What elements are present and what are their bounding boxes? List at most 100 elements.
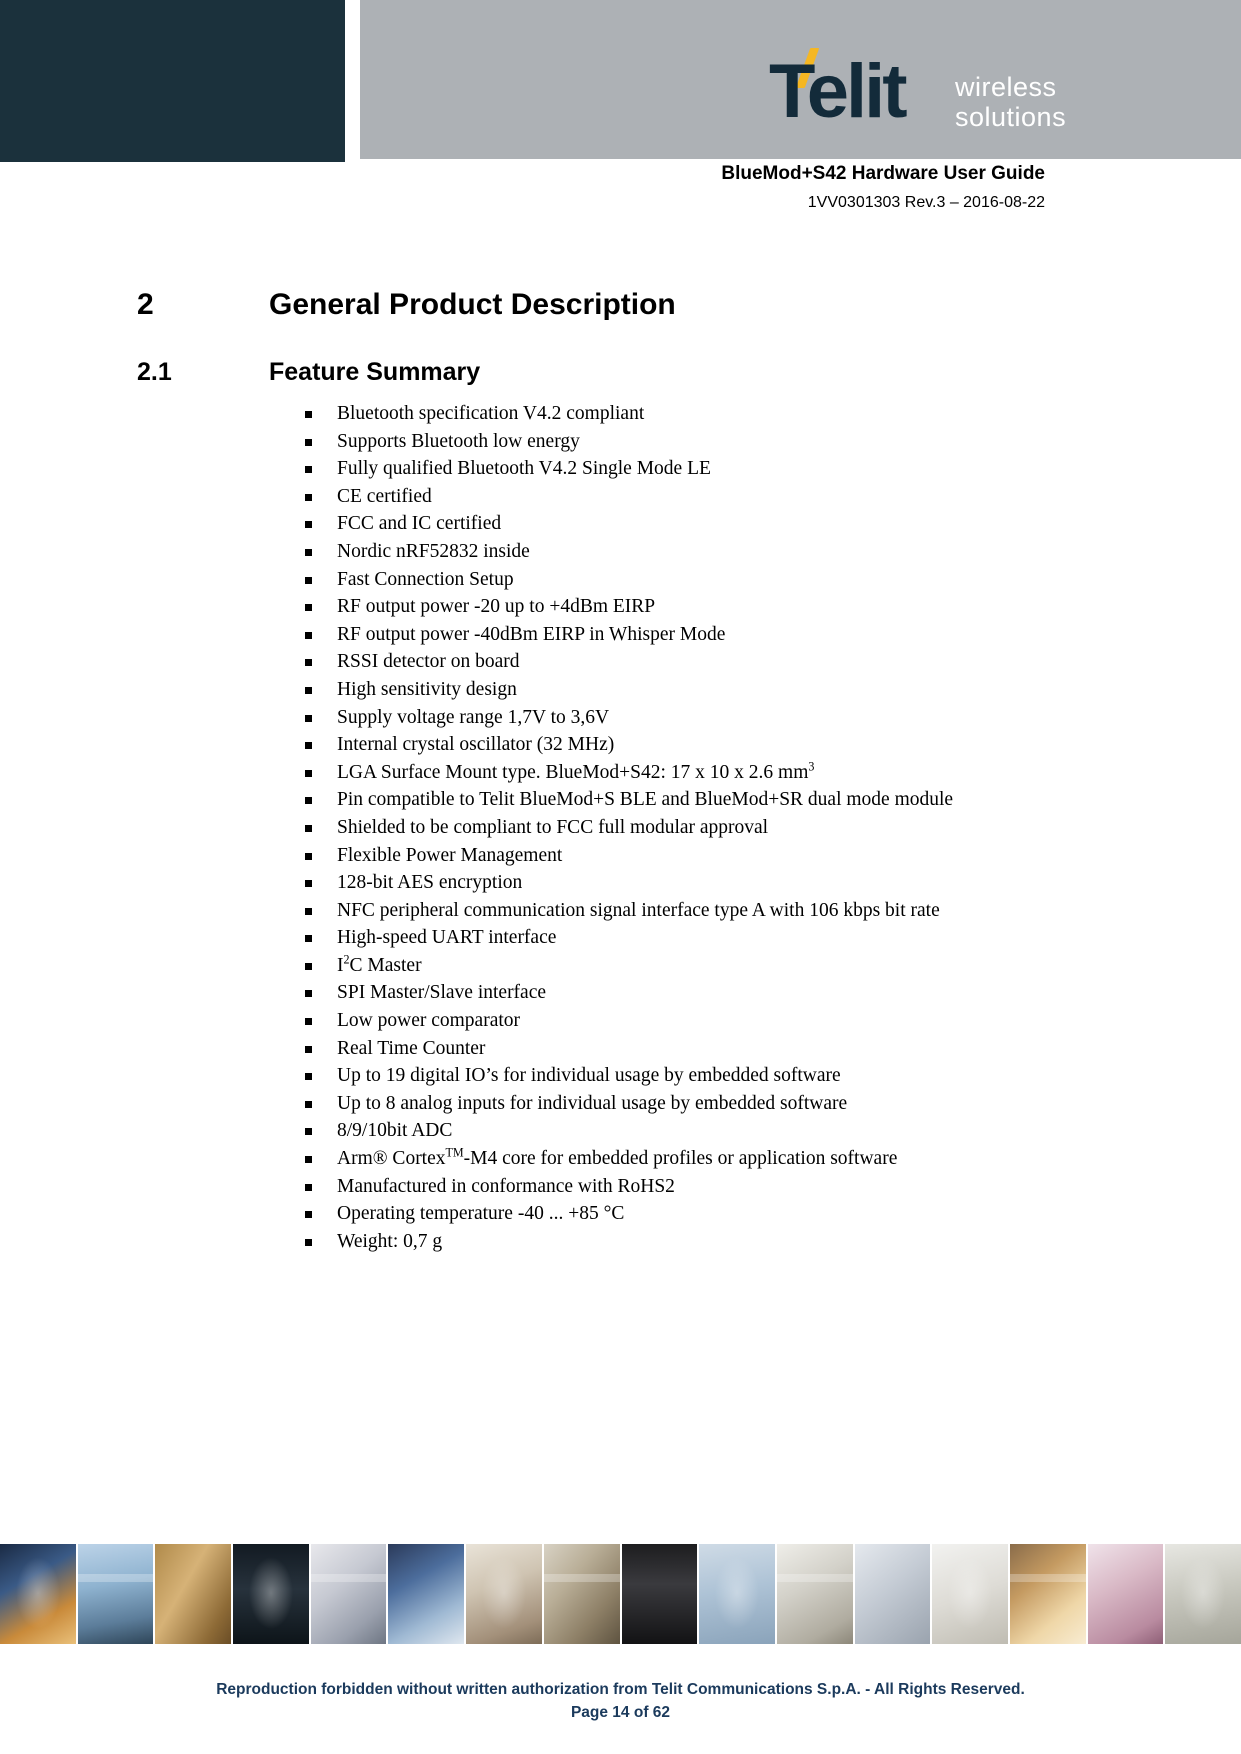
logo-tagline-line1: wireless <box>955 72 1057 102</box>
square-bullet-icon <box>305 521 312 529</box>
warehouse-shelves-photo <box>543 1544 622 1644</box>
electric-meter-photo <box>621 1544 700 1644</box>
square-bullet-icon <box>305 1156 312 1164</box>
feature-text: RF output power -40dBm EIRP in Whisper M… <box>337 623 726 645</box>
feature-text: 128-bit AES encryption <box>337 872 523 894</box>
feature-list-item: Real Time Counter <box>305 1035 1165 1063</box>
chapter-heading: 2 General Product Description <box>137 288 1137 322</box>
subsection-title: Feature Summary <box>269 358 481 386</box>
square-bullet-icon <box>305 686 312 694</box>
logo-tagline: wireless solutions <box>955 72 1066 132</box>
feature-text: FCC and IC certified <box>337 513 502 535</box>
feature-list-item: Up to 8 analog inputs for individual usa… <box>305 1090 1165 1118</box>
feature-text: Nordic nRF52832 inside <box>337 540 530 562</box>
feature-list-item: RF output power -20 up to +4dBm EIRP <box>305 593 1165 621</box>
chapter-number: 2 <box>137 288 154 321</box>
feature-list-item: Weight: 0,7 g <box>305 1228 1165 1256</box>
signpost-phone-photo <box>77 1544 156 1644</box>
feature-list-item: RSSI detector on board <box>305 648 1165 676</box>
wind-turbine-photo <box>699 1544 777 1644</box>
feature-list-item: Fully qualified Bluetooth V4.2 Single Mo… <box>305 455 1165 483</box>
escalator-photo <box>932 1544 1010 1644</box>
feature-list-item: CE certified <box>305 483 1165 511</box>
feature-list-item: 8/9/10bit ADC <box>305 1117 1165 1145</box>
square-bullet-icon <box>305 880 312 888</box>
header-dark-block <box>0 0 345 162</box>
feature-text: High sensitivity design <box>337 678 517 700</box>
feature-text: Arm® Cortex <box>337 1148 446 1170</box>
square-bullet-icon <box>305 769 312 777</box>
subsection-heading: 2.1 Feature Summary <box>137 358 1137 387</box>
square-bullet-icon <box>305 493 312 501</box>
footer-photo-strip <box>0 1544 1241 1644</box>
feature-list-item: FCC and IC certified <box>305 510 1165 538</box>
digital-clock-photo <box>233 1544 311 1644</box>
footer-copyright: Reproduction forbidden without written a… <box>216 1681 1025 1698</box>
square-bullet-icon <box>305 714 312 722</box>
feature-list-item: RF output power -40dBm EIRP in Whisper M… <box>305 621 1165 649</box>
feature-text: Pin compatible to Telit BlueMod+S BLE an… <box>337 789 954 811</box>
feature-text: High-speed UART interface <box>337 927 557 949</box>
square-bullet-icon <box>305 411 312 418</box>
square-bullet-icon <box>305 1073 312 1081</box>
feature-list-item: I2C Master <box>305 952 1165 980</box>
square-bullet-icon <box>305 852 312 860</box>
square-bullet-icon <box>305 1183 312 1191</box>
square-bullet-icon <box>305 466 312 474</box>
feature-text: Shielded to be compliant to FCC full mod… <box>337 816 769 838</box>
document-title: BlueMod+S42 Hardware User Guide <box>721 163 1045 184</box>
feature-list-item: Nordic nRF52832 inside <box>305 538 1165 566</box>
telit-logo: Telit wireless solutions <box>769 46 1069 146</box>
feature-list-item: Bluetooth specification V4.2 compliant <box>305 400 1165 428</box>
feature-superscript: TM <box>445 1145 464 1160</box>
feature-list-item: Supply voltage range 1,7V to 3,6V <box>305 704 1165 732</box>
pink-cylinders-photo <box>1087 1544 1166 1644</box>
feature-list-item: Supports Bluetooth low energy <box>305 428 1165 456</box>
square-bullet-icon <box>305 1018 312 1026</box>
logo-brand-text: Telit <box>769 49 908 134</box>
feature-list-item: Internal crystal oscillator (32 MHz) <box>305 731 1165 759</box>
keyboard-photo <box>310 1544 389 1644</box>
square-bullet-icon <box>305 797 312 805</box>
feature-list-item: Flexible Power Management <box>305 842 1165 870</box>
feature-text: Up to 19 digital IO’s for individual usa… <box>337 1065 841 1087</box>
logo-tagline-line2: solutions <box>955 102 1067 132</box>
square-bullet-icon <box>305 631 312 639</box>
feature-list-item: Up to 19 digital IO’s for individual usa… <box>305 1062 1165 1090</box>
industrial-worker-photo <box>1009 1544 1088 1644</box>
feature-text: Up to 8 analog inputs for individual usa… <box>337 1092 848 1114</box>
footer-page-number: Page 14 of 62 <box>570 1704 671 1721</box>
square-bullet-icon <box>305 1211 312 1219</box>
feature-text: LGA Surface Mount type. BlueMod+S42: 17 … <box>337 761 809 783</box>
feature-list-item: High-speed UART interface <box>305 924 1165 952</box>
feature-text: Flexible Power Management <box>337 844 563 866</box>
feature-superscript: 3 <box>808 759 815 774</box>
feature-list-item: Pin compatible to Telit BlueMod+S BLE an… <box>305 786 1165 814</box>
square-bullet-icon <box>305 1100 312 1108</box>
page-footer: Reproduction forbidden without written a… <box>0 1678 1241 1724</box>
document-printer-photo <box>466 1544 544 1644</box>
square-bullet-icon <box>305 576 312 584</box>
feature-list-item: LGA Surface Mount type. BlueMod+S42: 17 … <box>305 759 1165 787</box>
square-bullet-icon <box>305 907 312 915</box>
feature-list-item: Low power comparator <box>305 1007 1165 1035</box>
kilowatt-gauge-photo <box>776 1544 855 1644</box>
feature-text: Bluetooth specification V4.2 compliant <box>337 403 645 424</box>
square-bullet-icon <box>305 1045 312 1053</box>
feature-text: NFC peripheral communication signal inte… <box>337 899 940 921</box>
feature-list-item: Shielded to be compliant to FCC full mod… <box>305 814 1165 842</box>
feature-text: 8/9/10bit ADC <box>337 1120 453 1142</box>
feature-list-item: SPI Master/Slave interface <box>305 979 1165 1007</box>
shipping-containers-photo <box>155 1544 234 1644</box>
feature-list-item: Manufactured in conformance with RoHS2 <box>305 1173 1165 1201</box>
feature-text: RF output power -20 up to +4dBm EIRP <box>337 596 656 618</box>
square-bullet-icon <box>305 438 312 446</box>
feature-text: Fast Connection Setup <box>337 568 514 590</box>
architecture-photo <box>854 1544 933 1644</box>
feature-text: Operating temperature -40 ... +85 °C <box>337 1203 625 1225</box>
feature-list-item: Operating temperature -40 ... +85 °C <box>305 1200 1165 1228</box>
feature-text: Internal crystal oscillator (32 MHz) <box>337 734 615 756</box>
feature-text-continued: C Master <box>349 954 422 976</box>
feature-text: Fully qualified Bluetooth V4.2 Single Mo… <box>337 458 711 480</box>
security-camera-photo <box>1165 1544 1241 1644</box>
